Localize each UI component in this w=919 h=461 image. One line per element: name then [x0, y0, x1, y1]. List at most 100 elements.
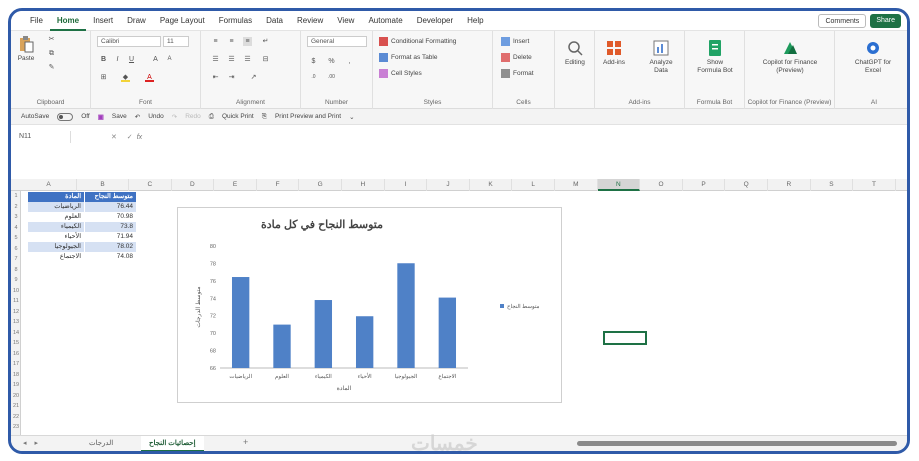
- cell-subject[interactable]: العلوم: [28, 212, 84, 222]
- row-header-7[interactable]: 7: [11, 254, 21, 264]
- cell-average[interactable]: 78.02: [84, 242, 136, 252]
- column-header-b[interactable]: B: [77, 179, 129, 191]
- menu-tab-view[interactable]: View: [330, 11, 361, 31]
- insert-button[interactable]: Insert: [501, 37, 529, 46]
- share-button[interactable]: Share: [870, 14, 901, 28]
- customize-qat-icon[interactable]: ⌄: [349, 113, 354, 121]
- comma-icon[interactable]: ,: [345, 57, 354, 66]
- cell-subject[interactable]: الاجتماع: [28, 252, 84, 262]
- font-name-select[interactable]: Calibri: [97, 36, 161, 47]
- horizontal-scrollbar[interactable]: [577, 441, 897, 446]
- column-header-l[interactable]: L: [512, 179, 555, 191]
- row-header-6[interactable]: 6: [11, 244, 21, 254]
- cell-subject[interactable]: الرياضيات: [28, 202, 84, 212]
- column-header-k[interactable]: K: [470, 179, 513, 191]
- cut-icon[interactable]: ✂: [47, 35, 56, 44]
- cell-average[interactable]: 70.98: [84, 212, 136, 222]
- redo-icon[interactable]: ↷: [172, 113, 177, 121]
- row-header-3[interactable]: 3: [11, 212, 21, 222]
- row-header-8[interactable]: 8: [11, 265, 21, 275]
- align-left-icon[interactable]: ☰: [211, 55, 220, 64]
- cell-subject[interactable]: المادة: [28, 192, 84, 202]
- cell-styles-button[interactable]: Cell Styles: [379, 69, 422, 78]
- menu-tab-developer[interactable]: Developer: [410, 11, 460, 31]
- undo-icon[interactable]: ↶: [135, 113, 140, 121]
- column-header-e[interactable]: E: [214, 179, 257, 191]
- column-header-s[interactable]: S: [811, 179, 854, 191]
- align-top-icon[interactable]: ≡: [211, 37, 220, 46]
- analyze-data-button[interactable]: Analyze Data: [643, 39, 679, 75]
- save-icon[interactable]: ▣: [98, 113, 104, 121]
- row-header-15[interactable]: 15: [11, 338, 21, 348]
- menu-tab-home[interactable]: Home: [49, 11, 87, 31]
- row-header-4[interactable]: 4: [11, 223, 21, 233]
- align-middle-icon[interactable]: ≡: [227, 37, 236, 46]
- quick-print-icon[interactable]: ⎙: [209, 113, 214, 121]
- menu-tab-draw[interactable]: Draw: [120, 11, 153, 31]
- menu-tab-formulas[interactable]: Formulas: [212, 11, 259, 31]
- grow-font-icon[interactable]: A: [151, 55, 160, 64]
- row-header-10[interactable]: 10: [11, 286, 21, 296]
- column-header-c[interactable]: C: [129, 179, 172, 191]
- cell-average[interactable]: 74.08: [84, 252, 136, 262]
- underline-icon[interactable]: U: [127, 55, 136, 64]
- column-header-j[interactable]: J: [427, 179, 470, 191]
- menu-tab-file[interactable]: File: [23, 11, 50, 31]
- save-button[interactable]: Save: [112, 113, 127, 120]
- menu-tab-review[interactable]: Review: [290, 11, 330, 31]
- row-header-11[interactable]: 11: [11, 296, 21, 306]
- fx-icon[interactable]: fx: [137, 134, 142, 141]
- row-header-9[interactable]: 9: [11, 275, 21, 285]
- sheet-tab-grades[interactable]: الدرجات: [81, 436, 121, 451]
- addins-button[interactable]: Add-ins: [603, 39, 625, 67]
- format-as-table-button[interactable]: Format as Table: [379, 53, 437, 62]
- number-format-select[interactable]: General: [307, 36, 367, 47]
- add-sheet-button[interactable]: +: [243, 437, 248, 447]
- cell-average[interactable]: 76.44: [84, 202, 136, 212]
- decrease-decimal-icon[interactable]: .00: [327, 73, 336, 82]
- menu-tab-automate[interactable]: Automate: [361, 11, 409, 31]
- autosave-toggle[interactable]: [57, 112, 74, 121]
- row-header-14[interactable]: 14: [11, 328, 21, 338]
- cell-subject[interactable]: الجيولوجيا: [28, 242, 84, 252]
- column-header-q[interactable]: Q: [725, 179, 768, 191]
- paste-button[interactable]: Paste: [17, 35, 35, 63]
- column-header-a[interactable]: A: [21, 179, 77, 191]
- indent-increase-icon[interactable]: ⇥: [227, 73, 236, 82]
- print-preview-icon[interactable]: ⎘: [262, 113, 267, 121]
- font-color-icon[interactable]: A: [145, 73, 154, 82]
- row-header-12[interactable]: 12: [11, 307, 21, 317]
- copy-icon[interactable]: ⧉: [47, 49, 56, 58]
- chart[interactable]: متوسط النجاح في كل مادة 66 68 70 72 74 76 78 80…: [177, 207, 562, 403]
- row-header-17[interactable]: 17: [11, 359, 21, 369]
- cell-average[interactable]: 71.94: [84, 232, 136, 242]
- row-header-20[interactable]: 20: [11, 391, 21, 401]
- row-header-18[interactable]: 18: [11, 370, 21, 380]
- cell-average[interactable]: متوسط النجاح: [84, 192, 136, 202]
- font-size-select[interactable]: 11: [163, 36, 189, 47]
- cell-subject[interactable]: الأحياء: [28, 232, 84, 242]
- italic-icon[interactable]: I: [113, 55, 122, 64]
- borders-icon[interactable]: ⊞: [99, 73, 108, 82]
- row-header-2[interactable]: 2: [11, 202, 21, 212]
- comments-button[interactable]: Comments: [818, 14, 867, 28]
- wrap-text-icon[interactable]: ↵: [261, 37, 270, 46]
- sheet-nav-arrows[interactable]: ◂▸: [23, 439, 46, 447]
- print-preview-button[interactable]: Print Preview and Print: [275, 113, 341, 120]
- increase-decimal-icon[interactable]: .0: [309, 73, 318, 82]
- column-header-r[interactable]: R: [768, 179, 811, 191]
- row-header-23[interactable]: 23: [11, 422, 21, 432]
- editing-button[interactable]: Editing: [565, 39, 585, 67]
- menu-tab-help[interactable]: Help: [460, 11, 490, 31]
- row-header-5[interactable]: 5: [11, 233, 21, 243]
- align-bottom-icon[interactable]: ≡: [243, 37, 252, 46]
- percent-icon[interactable]: %: [327, 57, 336, 66]
- cell-subject[interactable]: الكيمياء: [28, 222, 84, 232]
- column-header-p[interactable]: P: [683, 179, 726, 191]
- chatgpt-button[interactable]: ChatGPT for Excel: [853, 39, 893, 75]
- sheet-tab-stats[interactable]: إحصائيات النجاح: [141, 436, 204, 451]
- column-header-t[interactable]: T: [853, 179, 896, 191]
- menu-tab-insert[interactable]: Insert: [86, 11, 120, 31]
- column-header-o[interactable]: O: [640, 179, 683, 191]
- merge-icon[interactable]: ⊟: [261, 55, 270, 64]
